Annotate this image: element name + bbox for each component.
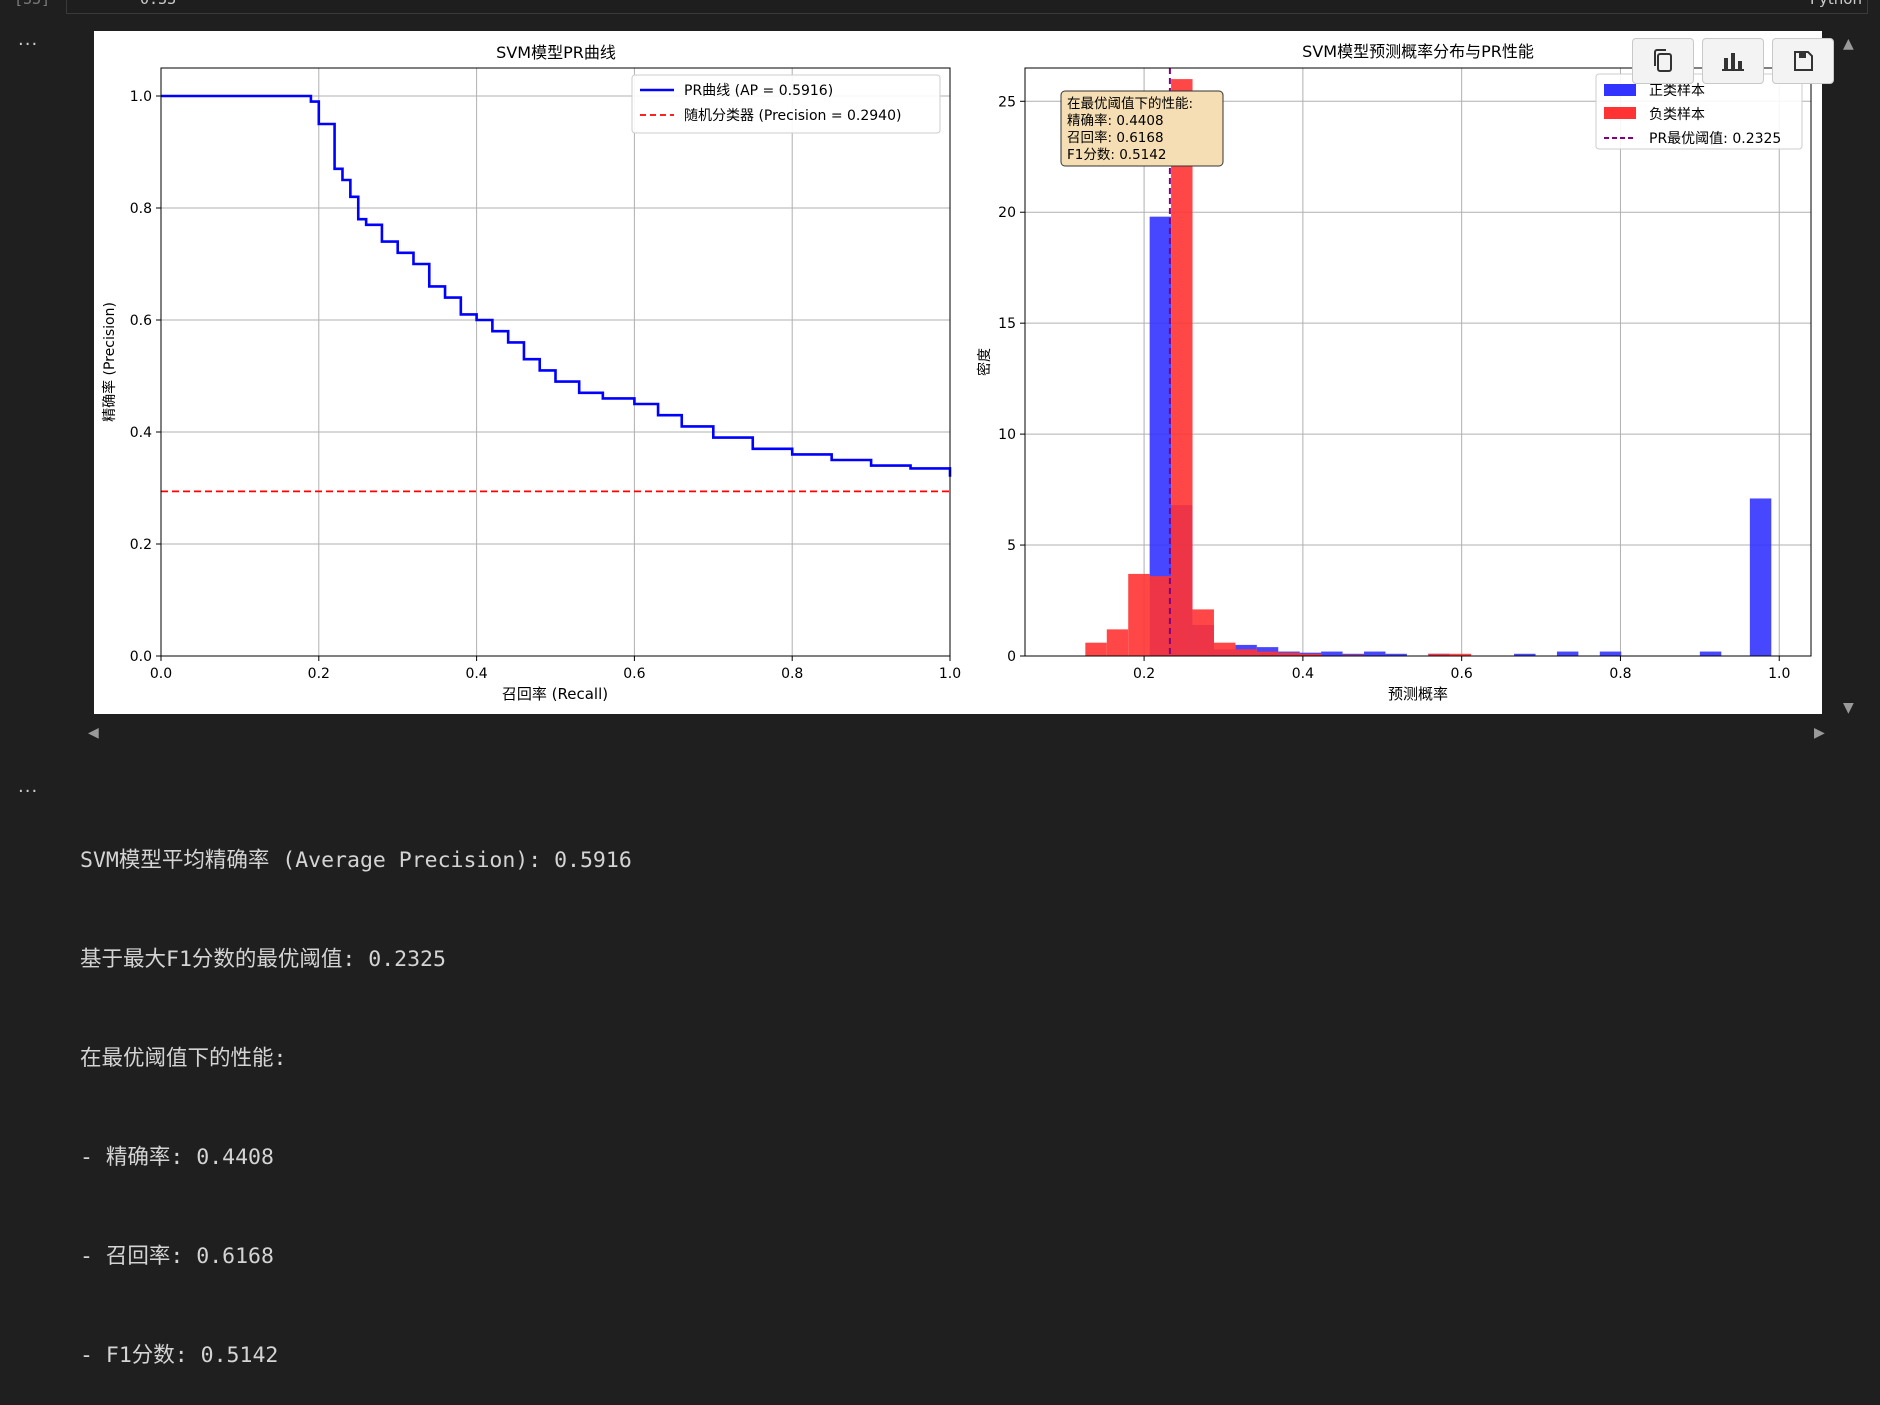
save-button[interactable] <box>1772 38 1834 84</box>
hist-y-tick-label: 25 <box>998 94 1016 110</box>
pr-x-tick-label: 0.6 <box>623 666 645 682</box>
pr-x-tick-label: 1.0 <box>939 666 961 682</box>
output-menu-button[interactable]: ··· <box>18 34 38 55</box>
hist-x-axis-label: 预测概率 <box>1388 685 1448 703</box>
pr-legend-label: PR曲线 (AP = 0.5916) <box>684 83 833 99</box>
output-line-threshold: 基于最大F1分数的最优阈值: 0.2325 <box>80 947 446 972</box>
pr-x-tick-label: 0.4 <box>465 666 487 682</box>
hist-y-tick-label: 15 <box>998 316 1016 332</box>
pr-y-tick-label: 0.8 <box>130 201 152 217</box>
scroll-up-arrow-icon[interactable]: ▲ <box>1843 36 1854 52</box>
output-line-heading: 在最优阈值下的性能: <box>80 1046 287 1071</box>
hist-legend: 正类样本 负类样本 PR最优阈值: 0.2325 <box>1595 73 1803 150</box>
negative-legend-label: 负类样本 <box>1649 107 1705 123</box>
pr-y-tick-label: 0.4 <box>130 425 152 441</box>
pr-chart-title: SVM模型PR曲线 <box>496 43 616 62</box>
chart-view-button[interactable] <box>1702 38 1764 84</box>
positive-hist-bar <box>1599 651 1622 656</box>
copy-icon <box>1654 49 1672 72</box>
output-line-precision: - 精确率: 0.4408 <box>80 1145 274 1170</box>
copy-button[interactable] <box>1632 38 1694 84</box>
pr-legend: PR曲线 (AP = 0.5916) 随机分类器 (Precision = 0.… <box>631 74 941 134</box>
pr-x-tick-label: 0.8 <box>781 666 803 682</box>
positive-hist-bar <box>1749 498 1772 656</box>
previous-cell: [33] 0.33 Python <box>0 0 1880 14</box>
positive-hist-bar <box>1699 651 1722 656</box>
figure-canvas: SVM模型PR曲线 0.0 0.2 0.4 0.6 0.8 1.0 0.00.20.40.… <box>101 42 1812 703</box>
annotation-line-3: 召回率: 0.6168 <box>1067 129 1164 146</box>
hist-y-ticks: 0 5 10 15 20 25 <box>998 94 1025 665</box>
annotation-line-2: 精确率: 0.4408 <box>1067 112 1164 129</box>
annotation-line-4: F1分数: 0.5142 <box>1067 147 1166 163</box>
positive-legend-swatch <box>1604 84 1636 96</box>
pr-x-axis-label: 召回率 (Recall) <box>502 685 608 703</box>
output-line-recall: - 召回率: 0.6168 <box>80 1244 274 1269</box>
negative-hist-bar <box>1213 642 1236 656</box>
negative-hist-bar <box>1085 642 1107 656</box>
annotation-line-1: 在最优阈值下的性能: <box>1067 96 1193 112</box>
text-output-menu-button[interactable]: ··· <box>18 781 38 802</box>
scroll-right-arrow-icon[interactable]: ▶ <box>1814 725 1825 741</box>
pr-grid <box>160 68 951 657</box>
bar-chart-icon <box>1722 53 1744 71</box>
negative-hist-bar <box>1149 576 1172 656</box>
hist-x-ticks: 0.2 0.4 0.6 0.8 1.0 <box>1133 656 1790 682</box>
output-line-f1: - F1分数: 0.5142 <box>80 1343 279 1368</box>
pr-y-tick-label: 0.0 <box>130 649 152 665</box>
negative-hist-bar <box>1235 649 1257 656</box>
hist-x-tick-label: 0.4 <box>1292 666 1314 682</box>
pr-curve-line <box>161 94 952 477</box>
hist-y-tick-label: 0 <box>1007 649 1016 665</box>
pr-y-tick-label: 1.0 <box>130 89 152 105</box>
pr-y-ticks: 0.0 0.2 0.4 0.6 0.8 1.0 <box>130 89 161 665</box>
negative-hist-bar <box>1106 629 1129 656</box>
pr-axes-frame <box>160 67 951 657</box>
hist-x-tick-label: 0.6 <box>1451 666 1473 682</box>
hist-x-tick-label: 0.8 <box>1609 666 1631 682</box>
horizontal-scrollbar[interactable] <box>94 727 1822 739</box>
save-icon <box>1794 51 1813 71</box>
pr-y-tick-label: 0.6 <box>130 313 152 329</box>
pr-y-tick-label: 0.2 <box>130 537 152 553</box>
hist-y-axis-label: 密度 <box>976 348 993 376</box>
threshold-legend-label: PR最优阈值: 0.2325 <box>1649 131 1781 147</box>
annotation-box: 在最优阈值下的性能: 精确率: 0.4408 召回率: 0.6168 F1分数:… <box>1060 90 1224 167</box>
pr-x-tick-label: 0.2 <box>308 666 330 682</box>
output-line-ap: SVM模型平均精确率 (Average Precision): 0.5916 <box>80 848 632 873</box>
pr-x-ticks: 0.0 0.2 0.4 0.6 0.8 1.0 <box>150 656 961 682</box>
hist-x-tick-label: 1.0 <box>1768 666 1790 682</box>
negative-hist-bar <box>1128 573 1150 656</box>
positive-legend-label: 正类样本 <box>1649 83 1705 99</box>
cell-input-area[interactable] <box>66 0 1868 14</box>
scroll-left-arrow-icon[interactable]: ◀ <box>88 725 99 741</box>
hist-y-tick-label: 20 <box>998 205 1016 221</box>
positive-hist-bar <box>1364 651 1386 656</box>
negative-hist-bar <box>1192 609 1214 656</box>
pr-y-axis-label: 精确率 (Precision) <box>101 302 118 422</box>
negative-legend-swatch <box>1604 107 1636 119</box>
negative-hist-bar <box>1256 651 1279 656</box>
hist-chart-title: SVM模型预测概率分布与PR性能 <box>1302 42 1534 61</box>
probability-histogram-chart: SVM模型预测概率分布与PR性能 0.2 0.4 0.6 0.8 1.0 0 5 10 15 2… <box>976 42 1812 703</box>
pr-curve-chart: SVM模型PR曲线 0.0 0.2 0.4 0.6 0.8 1.0 0.00.20.40.… <box>101 43 961 703</box>
pr-x-tick-label: 0.0 <box>150 666 172 682</box>
baseline-legend-label: 随机分类器 (Precision = 0.2940) <box>684 108 901 124</box>
figure-toolbar <box>1632 38 1834 84</box>
hist-y-tick-label: 10 <box>998 427 1016 443</box>
positive-hist-bar <box>1321 651 1343 656</box>
positive-hist-bar <box>1556 651 1579 656</box>
text-output: SVM模型平均精确率 (Average Precision): 0.5916 基… <box>80 778 632 1405</box>
cell-execution-count: [33] <box>14 0 50 8</box>
matplotlib-figure: SVM模型PR曲线 0.0 0.2 0.4 0.6 0.8 1.0 0.0 0.2 0.4 0.… <box>94 31 1822 714</box>
scroll-down-arrow-icon[interactable]: ▼ <box>1843 700 1854 716</box>
previous-output-value: 0.33 <box>140 0 176 8</box>
cell-language-label[interactable]: Python <box>1810 0 1862 8</box>
hist-x-tick-label: 0.2 <box>1133 666 1155 682</box>
hist-y-tick-label: 5 <box>1007 538 1016 554</box>
